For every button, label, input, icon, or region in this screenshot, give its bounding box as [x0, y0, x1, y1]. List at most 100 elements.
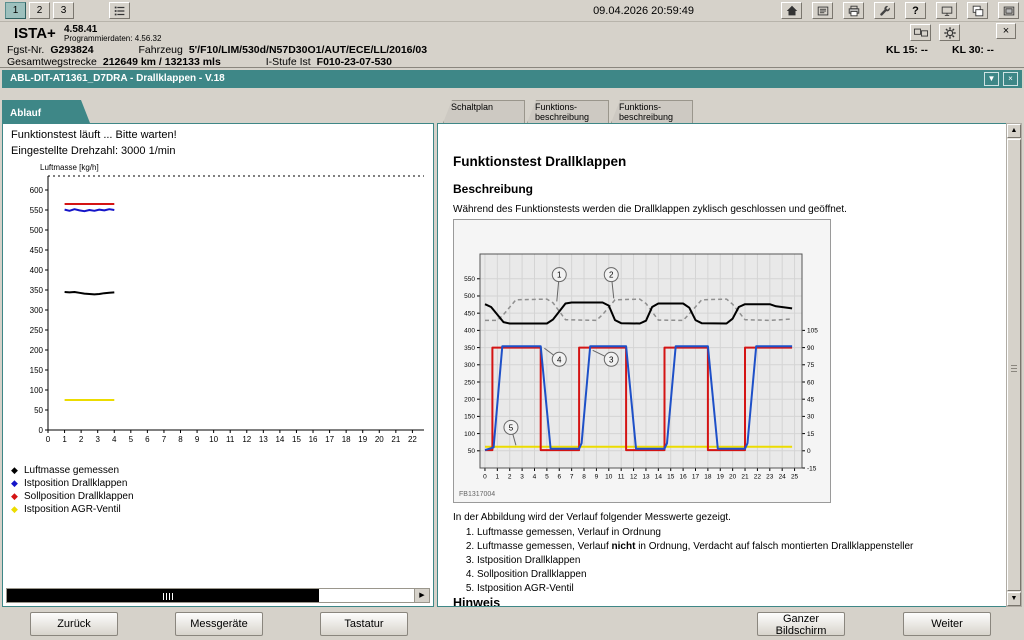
- scroll-down-button[interactable]: ▼: [1007, 592, 1021, 606]
- svg-text:6: 6: [145, 435, 150, 444]
- svg-text:3: 3: [520, 474, 524, 481]
- list-item: Sollposition Drallklappen: [477, 569, 913, 580]
- printer-button[interactable]: [843, 2, 864, 19]
- svg-text:4: 4: [557, 355, 562, 364]
- svg-text:500: 500: [464, 293, 475, 300]
- ganzer-bildschirm-button[interactable]: Ganzer Bildschirm: [757, 612, 845, 636]
- dual-display-button[interactable]: [910, 24, 931, 41]
- legend-marker-icon: ◆: [11, 478, 24, 489]
- tab-funktionsbeschreibung-2[interactable]: Funktions- beschreibung: [611, 100, 693, 123]
- documents-icon: [816, 4, 830, 18]
- svg-text:20: 20: [375, 435, 384, 444]
- close-button[interactable]: ×: [996, 23, 1016, 39]
- view-button-3[interactable]: 3: [53, 2, 74, 19]
- svg-text:11: 11: [618, 474, 625, 481]
- svg-text:550: 550: [464, 276, 475, 283]
- weiter-button[interactable]: Weiter: [903, 612, 991, 636]
- ista-window: 1 2 3 09.04.2026 20:59:49 ? ISTA+ 4.58.4…: [0, 0, 1024, 640]
- display-button[interactable]: [936, 2, 957, 19]
- scroll-up-button[interactable]: ▲: [1007, 124, 1021, 138]
- help-button[interactable]: ?: [905, 2, 926, 19]
- wrench-icon: [878, 4, 892, 18]
- live-test-panel: Funktionstest läuft ... Bitte warten! Ei…: [2, 123, 434, 607]
- messgeraete-button[interactable]: Messgeräte: [175, 612, 263, 636]
- document-close-button[interactable]: ×: [1003, 72, 1018, 86]
- svg-text:17: 17: [325, 435, 334, 444]
- test-rpm: Eingestellte Drehzahl: 3000 1/min: [11, 145, 175, 157]
- svg-text:250: 250: [464, 379, 475, 386]
- datetime: 09.04.2026 20:59:49: [593, 5, 694, 17]
- scrollbar-thumb[interactable]: [7, 589, 319, 602]
- svg-text:5: 5: [129, 435, 134, 444]
- vehicle-value: 5'/F10/LIM/530d/N57D30O1/AUT/ECE/LL/2016…: [189, 44, 427, 56]
- svg-text:-15: -15: [807, 465, 817, 472]
- svg-text:14: 14: [275, 435, 284, 444]
- scrollbar-thumb[interactable]: [1007, 139, 1021, 591]
- legend-item: ◆ Istposition AGR-Ventil: [11, 503, 134, 516]
- zurueck-button[interactable]: Zurück: [30, 612, 118, 636]
- svg-text:1: 1: [62, 435, 67, 444]
- horizontal-scrollbar[interactable]: ▶: [6, 588, 430, 603]
- documents-button[interactable]: [812, 2, 833, 19]
- svg-text:4: 4: [112, 435, 117, 444]
- svg-text:15: 15: [807, 431, 815, 438]
- legend-item: ◆ Sollposition Drallklappen: [11, 490, 134, 503]
- tools-button[interactable]: [874, 2, 895, 19]
- tab-ablauf[interactable]: Ablauf: [2, 100, 90, 123]
- svg-text:22: 22: [408, 435, 417, 444]
- svg-text:10: 10: [605, 474, 613, 481]
- svg-text:90: 90: [807, 345, 815, 352]
- top-icon-buttons: ?: [781, 2, 1019, 19]
- svg-text:50: 50: [34, 406, 43, 415]
- view-button-2[interactable]: 2: [29, 2, 50, 19]
- app-programming-data: Programmierdaten: 4.56.32: [64, 34, 161, 43]
- svg-text:21: 21: [391, 435, 400, 444]
- svg-text:12: 12: [242, 435, 251, 444]
- live-measurement-chart: 0501001502002503003504004505005506000123…: [6, 160, 430, 456]
- svg-text:100: 100: [30, 386, 44, 395]
- gear-icon: [943, 26, 957, 40]
- list-item: Istposition AGR-Ventil: [477, 583, 913, 594]
- scrollbar-grip-icon: [1011, 365, 1017, 374]
- tab-funktionsbeschreibung-1[interactable]: Funktions- beschreibung: [527, 100, 609, 123]
- list-item: Luftmasse gemessen, Verlauf nicht in Ord…: [477, 541, 913, 552]
- svg-text:22: 22: [754, 474, 762, 481]
- figure-caption: In der Abbildung wird der Verlauf folgen…: [453, 512, 731, 523]
- app-header: ISTA+ 4.58.41 Programmierdaten: 4.56.32 …: [0, 23, 1024, 43]
- monitor-icon: [1002, 4, 1016, 18]
- tab-schaltplan[interactable]: Schaltplan: [443, 100, 525, 123]
- display-icon: [940, 4, 954, 18]
- svg-text:300: 300: [464, 362, 475, 369]
- legend-marker-icon: ◆: [11, 491, 24, 502]
- svg-text:13: 13: [259, 435, 268, 444]
- svg-text:150: 150: [464, 414, 475, 421]
- svg-text:15: 15: [292, 435, 301, 444]
- collapse-button[interactable]: ▼: [984, 72, 999, 86]
- dual-display-icon: [913, 26, 929, 40]
- kl15-status: KL 15: --: [886, 44, 928, 56]
- vin-value: G293824: [50, 44, 93, 56]
- arrow-down-icon: ▼: [1011, 595, 1018, 602]
- section-hinweis: Hinweis: [453, 596, 500, 607]
- svg-text:4: 4: [533, 474, 537, 481]
- scroll-right-button[interactable]: ▶: [414, 589, 429, 602]
- tastatur-button[interactable]: Tastatur: [320, 612, 408, 636]
- reference-chart: 5010015020025030035040045050055001234567…: [456, 226, 830, 484]
- printer-icon: [847, 4, 861, 18]
- vertical-scrollbar[interactable]: ▲ ▼: [1006, 123, 1022, 607]
- svg-text:Luftmasse [kg/h]: Luftmasse [kg/h]: [40, 163, 99, 172]
- svg-text:1: 1: [557, 271, 562, 280]
- close-icon: ×: [1003, 25, 1009, 37]
- svg-text:5: 5: [545, 474, 549, 481]
- monitor-button[interactable]: [998, 2, 1019, 19]
- windows-button[interactable]: [967, 2, 988, 19]
- settings-button[interactable]: [939, 24, 960, 41]
- svg-text:450: 450: [30, 246, 44, 255]
- svg-text:15: 15: [667, 474, 675, 481]
- svg-text:8: 8: [582, 474, 586, 481]
- svg-text:19: 19: [358, 435, 367, 444]
- view-list-button[interactable]: [109, 2, 130, 19]
- svg-text:25: 25: [791, 474, 799, 481]
- view-button-1[interactable]: 1: [5, 2, 26, 19]
- home-button[interactable]: [781, 2, 802, 19]
